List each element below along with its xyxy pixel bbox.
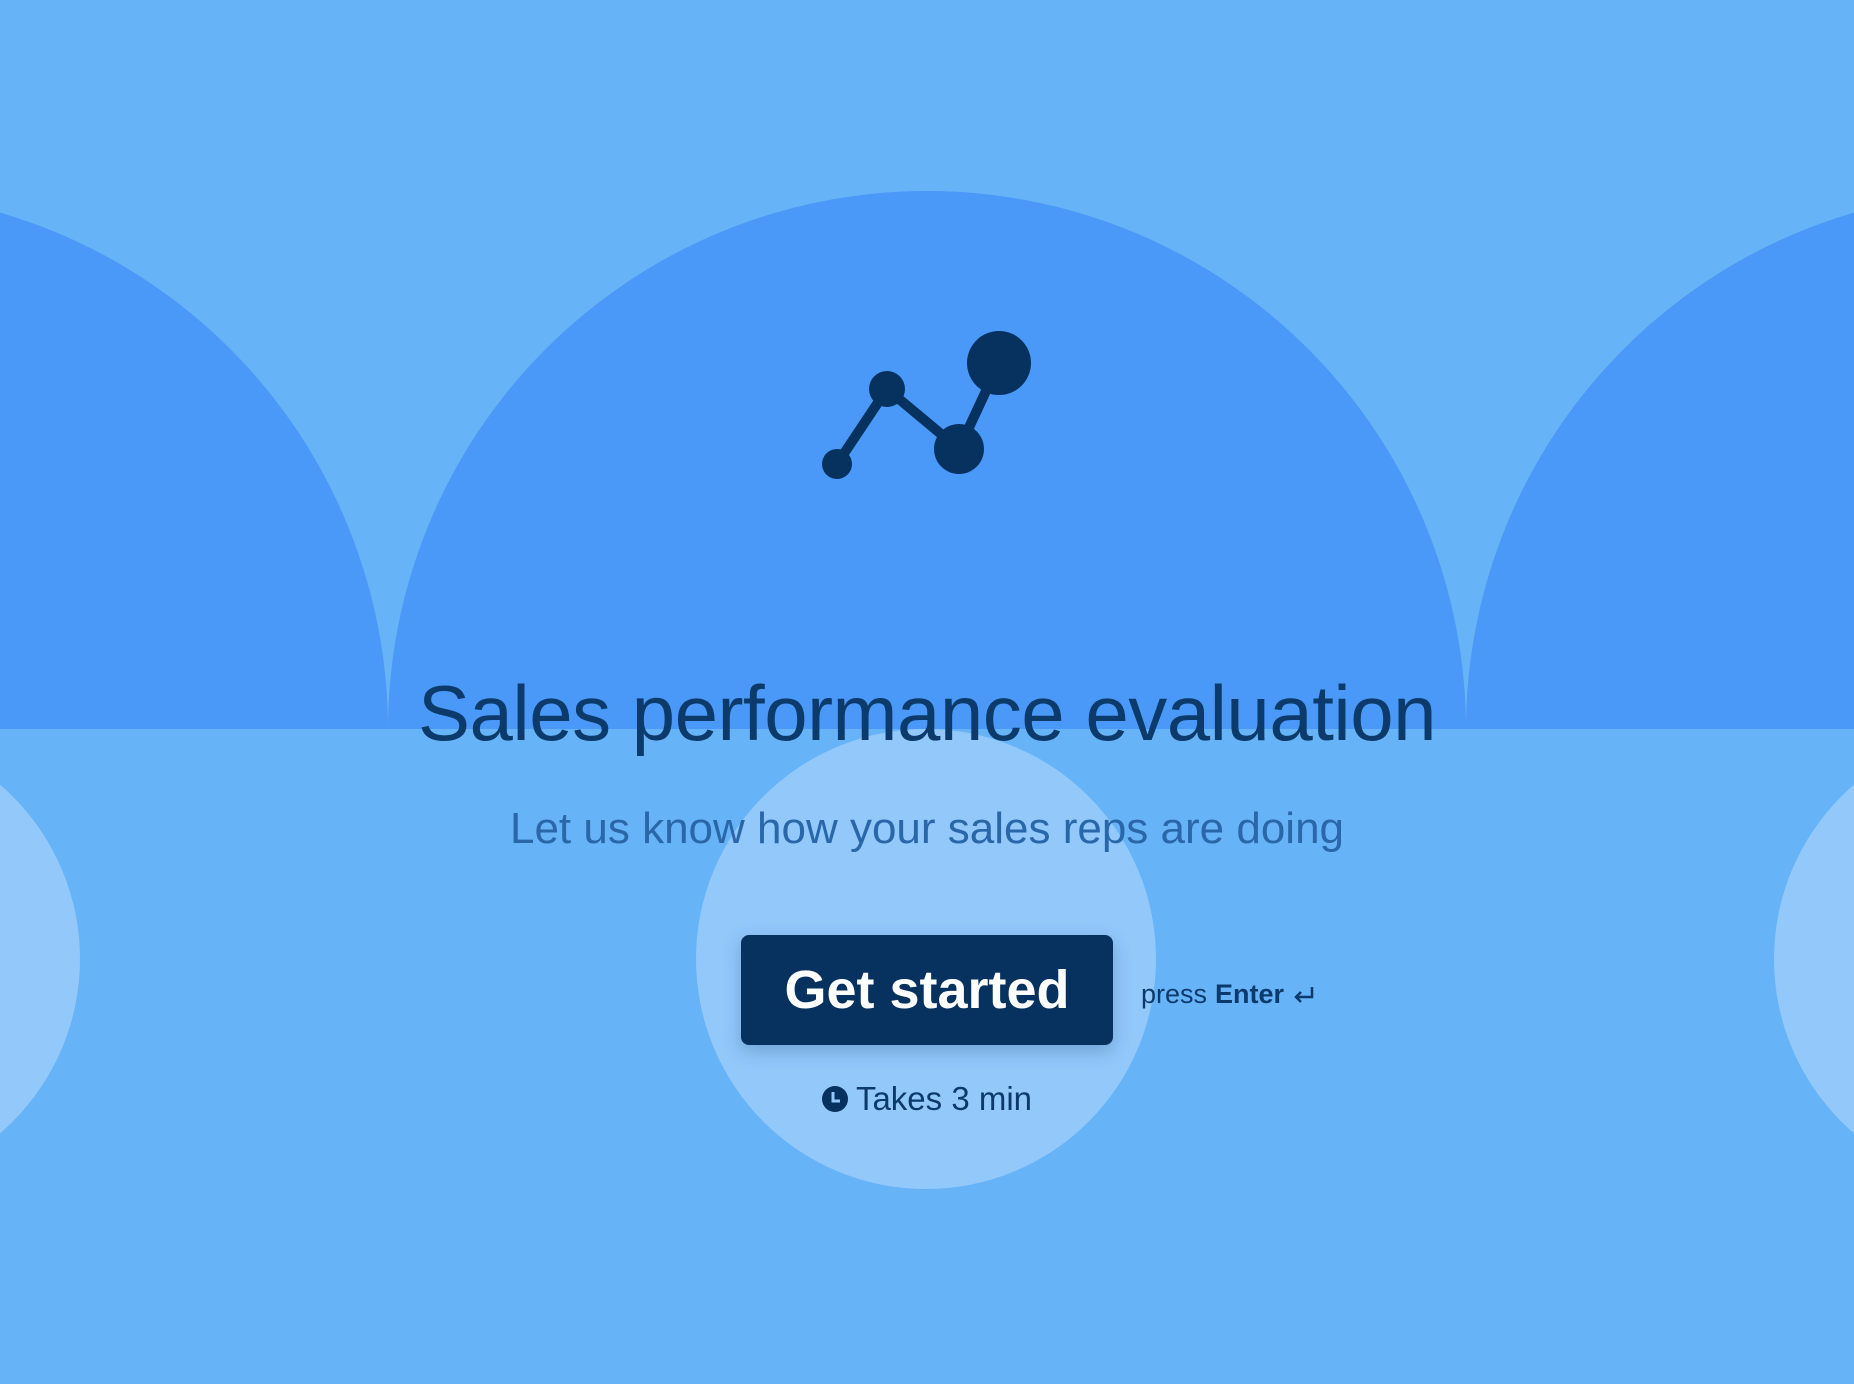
- get-started-button[interactable]: Get started: [741, 935, 1113, 1045]
- page-title: Sales performance evaluation: [418, 669, 1436, 757]
- duration-text: Takes 3 min: [855, 1080, 1033, 1117]
- page-subtitle: Let us know how your sales reps are doin…: [509, 804, 1345, 853]
- enter-return-icon: [1294, 986, 1314, 1003]
- enter-hint: press Enter: [1141, 979, 1316, 1010]
- decorative-dome-right: [1466, 191, 1854, 729]
- trend-line-icon: [822, 331, 1031, 479]
- duration-info: Takes 3 min: [0, 1080, 1854, 1118]
- enter-hint-prefix: press: [1141, 979, 1208, 1009]
- enter-hint-key: Enter: [1215, 979, 1285, 1009]
- decorative-dome-left: [0, 191, 388, 729]
- clock-icon: [821, 1086, 848, 1112]
